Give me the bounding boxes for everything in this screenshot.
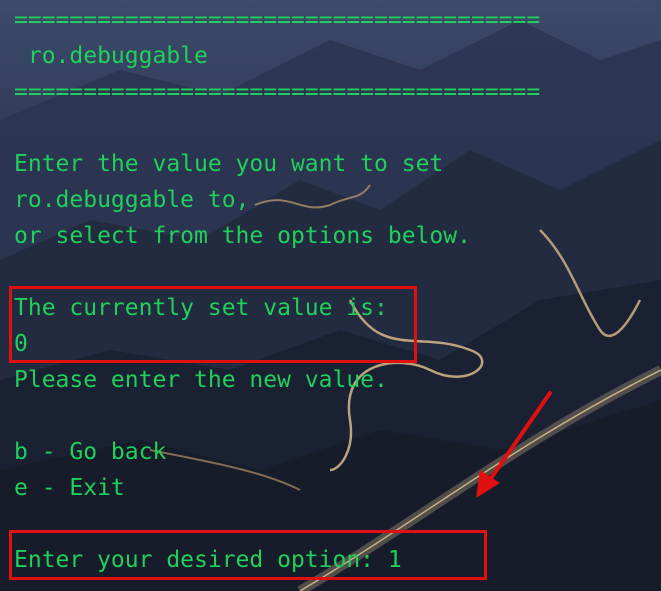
annotation-arrow-icon: [476, 391, 552, 498]
